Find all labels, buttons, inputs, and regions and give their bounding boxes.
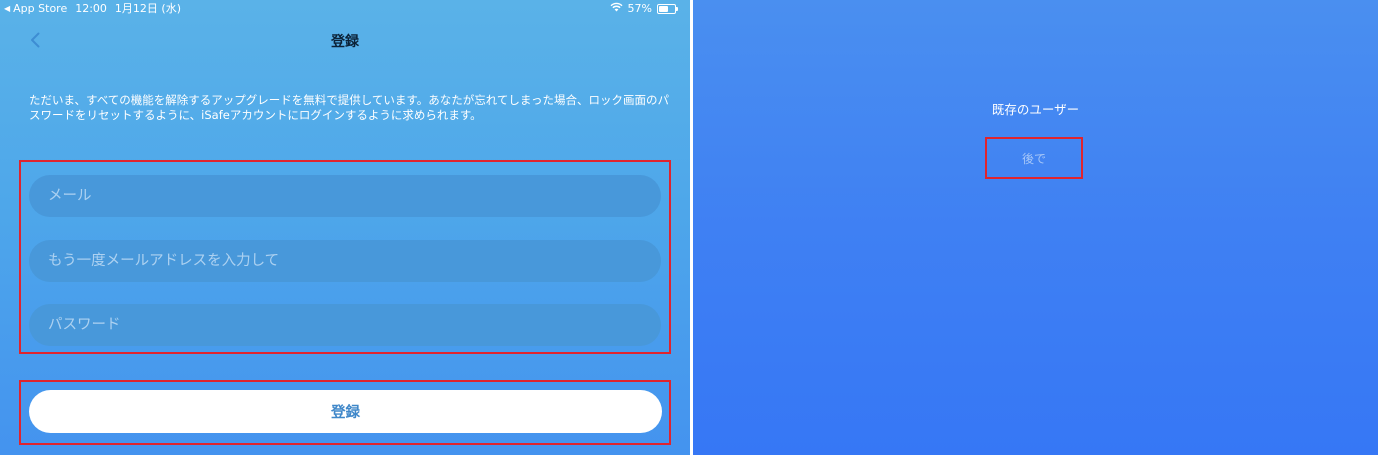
wifi-icon — [610, 0, 623, 18]
existing-user-link[interactable]: 既存のユーザー — [693, 99, 1378, 118]
email-confirm-field[interactable] — [29, 240, 661, 282]
status-time: 12:00 — [75, 2, 107, 15]
page-title: 登録 — [331, 34, 359, 50]
register-button[interactable]: 登録 — [29, 390, 662, 433]
description-text: ただいま、すべての機能を解除するアップグレードを無料で提供しています。あなたが忘… — [29, 93, 669, 122]
status-left[interactable]: ◀ App Store 12:00 1月12日 (水) — [4, 0, 181, 18]
back-app-label: App Store — [13, 2, 68, 15]
email-field[interactable] — [29, 175, 661, 217]
back-triangle-icon: ◀ — [4, 4, 11, 13]
password-field[interactable] — [29, 304, 661, 346]
battery-icon — [657, 4, 678, 14]
status-date: 1月12日 (水) — [114, 2, 181, 15]
status-bar: ◀ App Store 12:00 1月12日 (水) 57% — [0, 0, 690, 18]
later-button[interactable]: 後で — [987, 139, 1081, 177]
later-button-highlight: 後で — [985, 137, 1083, 179]
status-right: 57% — [610, 0, 678, 18]
input-fields-highlight — [19, 160, 671, 354]
battery-level — [659, 6, 668, 12]
existing-user-screen: 既存のユーザー 後で — [693, 0, 1378, 455]
registration-screen: ◀ App Store 12:00 1月12日 (水) 57% 登録 ただいま、… — [0, 0, 690, 455]
register-button-highlight: 登録 — [19, 380, 671, 445]
battery-percent: 57% — [627, 2, 652, 15]
